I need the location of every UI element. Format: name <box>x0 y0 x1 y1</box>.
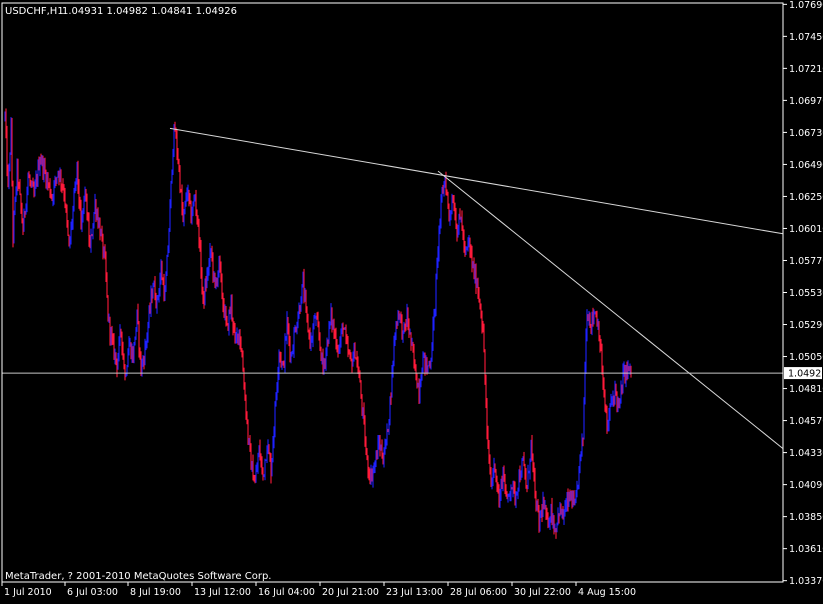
ohlc-values: 1.04931 1.04982 1.04841 1.04926 <box>62 6 237 17</box>
x-tick-label: 20 Jul 21:00 <box>322 587 379 598</box>
y-tick-label: 1.06490 <box>789 160 823 171</box>
y-tick-label: 1.06970 <box>789 96 823 107</box>
x-tick-label: 1 Jul 2010 <box>4 587 52 598</box>
y-tick-label: 1.05290 <box>789 320 823 331</box>
x-tick-label: 4 Aug 15:00 <box>578 587 636 598</box>
y-tick-label: 1.06250 <box>789 192 823 203</box>
symbol-label: USDCHF,H1 <box>5 6 64 17</box>
y-tick-label: 1.04810 <box>789 384 823 395</box>
y-tick-label: 1.04330 <box>789 448 823 459</box>
x-tick-label: 23 Jul 13:00 <box>386 587 443 598</box>
x-tick-label: 13 Jul 12:00 <box>194 587 251 598</box>
y-tick-label: 1.04570 <box>789 416 823 427</box>
price-tag-label: 1.04926 <box>788 369 823 380</box>
price-chart[interactable]: 1.07690 1.07450 1.07210 1.06970 1.06730 1.064… <box>0 0 823 600</box>
x-tick-label: 6 Jul 03:00 <box>67 587 118 598</box>
x-tick-label: 16 Jul 04:00 <box>258 587 315 598</box>
x-tick-label: 28 Jul 06:00 <box>450 587 507 598</box>
chart-canvas[interactable]: 1.07690 1.07450 1.07210 1.06970 1.06730 1.064… <box>0 0 823 600</box>
y-tick-label: 1.07690 <box>789 0 823 11</box>
y-tick-label: 1.05050 <box>789 352 823 363</box>
x-tick-label: 8 Jul 19:00 <box>130 587 181 598</box>
y-tick-label: 1.05530 <box>789 288 823 299</box>
y-tick-label: 1.03850 <box>789 512 823 523</box>
y-tick-label: 1.07210 <box>789 64 823 75</box>
y-tick-label: 1.03610 <box>789 544 823 555</box>
y-tick-label: 1.03370 <box>789 576 823 587</box>
y-tick-label: 1.04090 <box>789 480 823 491</box>
y-tick-label: 1.06010 <box>789 224 823 235</box>
y-tick-label: 1.06730 <box>789 128 823 139</box>
chart-background <box>0 0 823 600</box>
copyright-text: MetaTrader, ? 2001-2010 MetaQuotes Softw… <box>5 571 271 582</box>
y-tick-label: 1.05770 <box>789 256 823 267</box>
y-tick-label: 1.07450 <box>789 32 823 43</box>
x-tick-label: 30 Jul 22:00 <box>514 587 571 598</box>
